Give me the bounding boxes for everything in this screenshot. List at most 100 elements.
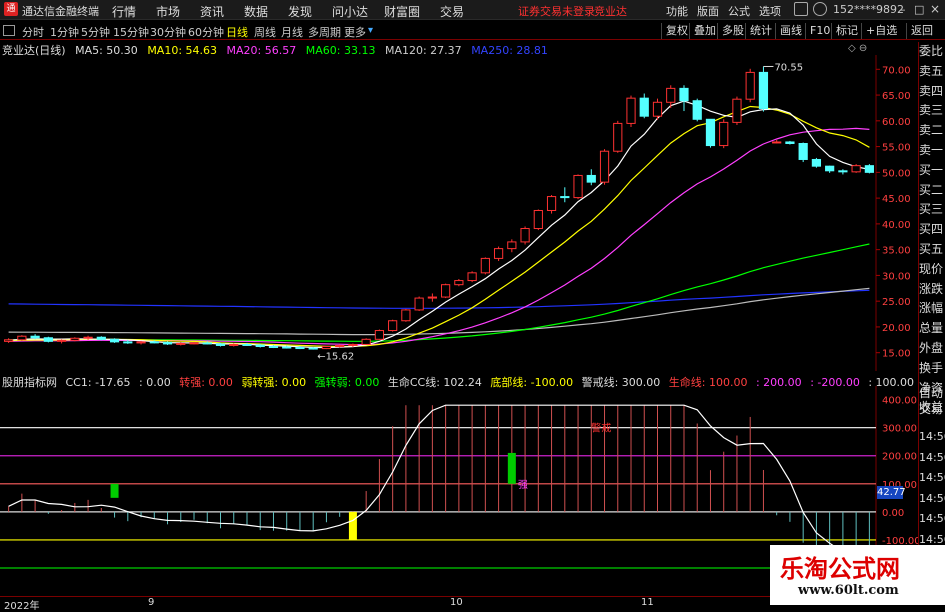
candle — [229, 343, 239, 346]
watermark-title: 乐淘公式网 — [780, 555, 900, 583]
candle — [599, 150, 610, 183]
candle — [17, 335, 27, 341]
signal-block — [110, 483, 119, 498]
period-30min[interactable]: 30分钟 — [150, 24, 186, 40]
sidebar-item-4[interactable]: 卖二 — [919, 123, 945, 137]
candle — [70, 337, 80, 341]
tool-diejia[interactable]: 叠加 — [689, 23, 720, 39]
sidebar-item-16[interactable]: 换手 — [919, 361, 945, 375]
candle — [758, 71, 769, 109]
tool-tongji[interactable]: 统计 — [745, 23, 776, 39]
tool-fuquan[interactable]: 复权 — [661, 23, 692, 39]
sidebar-item-1[interactable]: 卖五 — [919, 64, 945, 78]
lower-sidebar-item-0[interactable]: 自动 — [919, 386, 945, 400]
period-15min[interactable]: 15分钟 — [113, 24, 149, 40]
candle — [533, 209, 543, 230]
sidebar-item-10[interactable]: 买五 — [919, 242, 945, 256]
sidebar-item-2[interactable]: 卖四 — [919, 84, 945, 98]
candle — [745, 71, 755, 100]
user-account[interactable]: 152****9892 — [833, 3, 904, 16]
menu-gongneng[interactable]: 功能 — [666, 3, 688, 19]
candle — [414, 297, 424, 311]
layout-icon[interactable] — [3, 25, 15, 36]
period-5min[interactable]: 5分钟 — [81, 24, 110, 40]
candle — [546, 196, 557, 211]
candle — [772, 141, 782, 144]
menu-shichang[interactable]: 市场 — [156, 3, 180, 20]
candle — [295, 347, 305, 350]
tool-f10[interactable]: F10 — [805, 23, 834, 39]
period-weekly[interactable]: 周线 — [254, 24, 276, 40]
more-dropdown-icon[interactable]: ▾ — [368, 25, 373, 36]
candle — [825, 165, 835, 172]
price-tick-label: 40.00 — [882, 220, 911, 231]
candle — [705, 118, 716, 147]
candle — [864, 165, 874, 173]
ind-tick-label: 200.00 — [882, 452, 917, 463]
menu-zixun[interactable]: 资讯 — [200, 3, 224, 20]
sidebar-item-15[interactable]: 外盘 — [919, 341, 945, 355]
sidebar-item-11[interactable]: 现价 — [919, 262, 945, 276]
time-item-4: 14:56 — [919, 512, 945, 525]
sidebar-item-12[interactable]: 涨跌 — [919, 282, 945, 296]
sidebar-item-7[interactable]: 买二 — [919, 183, 945, 197]
indicator-last-value: 42.77 — [877, 486, 906, 499]
menu-faxian[interactable]: 发现 — [288, 3, 312, 20]
sidebar-item-0[interactable]: 委比 — [919, 44, 945, 58]
candlestick-chart[interactable]: 70.00 65.00 60.00 55.00 50.00 45.00 40.00 35.00… — [0, 55, 918, 371]
sidebar-item-8[interactable]: 买三 — [919, 202, 945, 216]
menu-wenxiaoda[interactable]: 问小达 — [332, 3, 368, 20]
candle — [189, 342, 199, 345]
period-monthly[interactable]: 月线 — [281, 24, 303, 40]
signal-block — [507, 452, 516, 484]
period-60min[interactable]: 60分钟 — [188, 24, 224, 40]
tool-duogu[interactable]: 多股 — [717, 23, 748, 39]
tool-huaxian[interactable]: 画线 — [775, 23, 806, 39]
period-fenshi[interactable]: 分时 — [22, 24, 44, 40]
candle — [719, 121, 729, 147]
sidebar-item-5[interactable]: 卖一 — [919, 143, 945, 157]
minimize-icon[interactable]: – — [900, 3, 906, 16]
login-warning[interactable]: 证券交易未登录 — [518, 3, 595, 19]
candle — [242, 343, 252, 346]
sidebar-item-6[interactable]: 买一 — [919, 163, 945, 177]
sidebar-item-3[interactable]: 卖三 — [919, 103, 945, 117]
candle — [401, 309, 411, 322]
tool-zixuan[interactable]: +自选 — [861, 23, 901, 39]
candle — [480, 257, 490, 274]
mail-icon[interactable] — [794, 2, 808, 16]
menu-jiaoyi[interactable]: 交易 — [440, 3, 464, 20]
time-item-5: 14:56 — [919, 532, 945, 546]
candle — [427, 296, 437, 299]
period-daily[interactable]: 日线 — [226, 24, 248, 40]
period-more[interactable]: 更多 — [344, 24, 366, 40]
candle — [838, 170, 848, 173]
candle — [123, 341, 133, 344]
lower-sidebar-item-1[interactable]: 交易 — [919, 402, 945, 416]
sidebar-item-9[interactable]: 买四 — [919, 222, 945, 236]
menu-shuju[interactable]: 数据 — [244, 3, 268, 20]
menu-gongshi[interactable]: 公式 — [728, 3, 750, 19]
menu-xuanxiang[interactable]: 选项 — [759, 3, 781, 19]
user-icon[interactable] — [813, 2, 827, 16]
tool-fanhui[interactable]: 返回 — [906, 23, 945, 39]
candle — [626, 97, 636, 124]
period-1min[interactable]: 1分钟 — [50, 24, 79, 40]
menu-banmian[interactable]: 版面 — [697, 3, 719, 19]
period-toolbar: 分时 1分钟 5分钟 15分钟 30分钟 60分钟 日线 周线 月线 多周期 更… — [0, 21, 945, 40]
candle — [388, 320, 398, 332]
sidebar-item-14[interactable]: 总量 — [919, 321, 945, 335]
tool-biaoji[interactable]: 标记 — [831, 23, 862, 39]
date-label-11: 11 — [641, 597, 654, 608]
candle — [666, 87, 676, 103]
close-icon[interactable]: × — [930, 2, 940, 16]
sidebar-item-13[interactable]: 涨幅 — [919, 301, 945, 315]
price-tick-label: 30.00 — [882, 271, 911, 282]
candle — [56, 339, 67, 342]
menu-caifuquan[interactable]: 财富圈 — [384, 3, 420, 20]
menu-hangqing[interactable]: 行情 — [112, 3, 136, 20]
price-tick-label: 35.00 — [882, 246, 911, 257]
chart-settings-icon[interactable]: ◇ ⊖ — [848, 43, 867, 54]
maximize-icon[interactable]: □ — [914, 3, 924, 16]
period-multi[interactable]: 多周期 — [308, 24, 341, 40]
